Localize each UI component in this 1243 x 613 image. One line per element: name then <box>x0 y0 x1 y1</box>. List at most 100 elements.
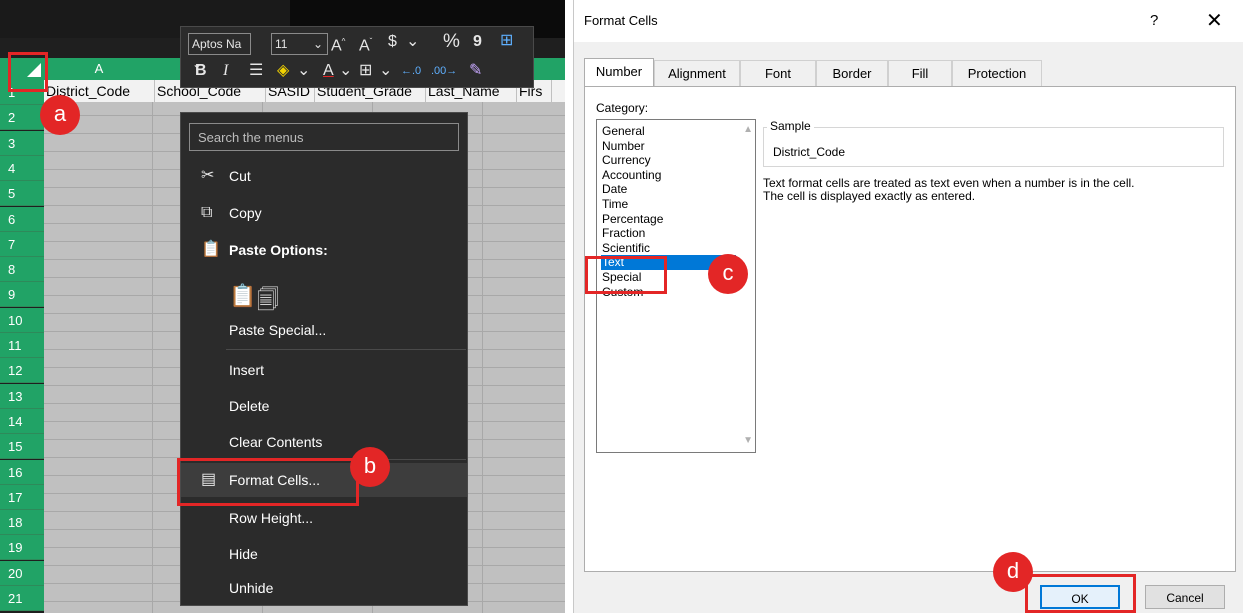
row-header[interactable]: 20 <box>0 560 44 586</box>
chevron-down-icon[interactable]: ⌄ <box>406 32 419 52</box>
font-size-box[interactable]: 11 ⌄ <box>271 33 328 55</box>
row-header[interactable]: 3 <box>0 130 44 156</box>
tab-protection[interactable]: Protection <box>952 60 1042 86</box>
chevron-down-icon[interactable]: ⌄ <box>297 61 310 81</box>
tab-number[interactable]: Number <box>584 58 654 87</box>
copy-icon: ⧉ <box>201 204 213 221</box>
format-painter-icon[interactable]: ✎ <box>469 61 482 81</box>
percent-icon[interactable]: % <box>443 32 460 52</box>
context-menu: Search the menus ✂ Cut ⧉ Copy 📋 Paste Optio… <box>180 112 468 606</box>
menu-item-label: Unhide <box>229 580 274 596</box>
menu-item-hide[interactable]: Hide <box>181 537 467 571</box>
menu-item-clear-contents[interactable]: Clear Contents <box>181 425 467 459</box>
annotation-badge-b: b <box>350 447 390 487</box>
menu-item-row-height[interactable]: Row Height... <box>181 501 467 535</box>
row-header[interactable]: 12 <box>0 358 44 384</box>
category-item[interactable]: Percentage <box>601 212 736 227</box>
decrease-decimal-icon[interactable]: .00→ <box>431 61 457 81</box>
row-header[interactable]: 7 <box>0 231 44 257</box>
annotation-badge-a: a <box>40 95 80 135</box>
menu-item-label: Paste Options: <box>229 242 328 258</box>
row-header[interactable]: 21 <box>0 586 44 611</box>
font-size-value: 11 <box>275 37 288 51</box>
menu-item-label: Cut <box>229 168 251 184</box>
row-header[interactable]: 13 <box>0 383 44 409</box>
scroll-down-icon[interactable]: ▼ <box>743 435 753 446</box>
category-item[interactable]: Accounting <box>601 168 736 183</box>
category-item[interactable]: Number <box>601 139 736 154</box>
fill-color-icon[interactable]: ◈ <box>277 61 289 81</box>
chevron-down-icon[interactable]: ⌄ <box>379 61 392 81</box>
category-item[interactable]: Date <box>601 182 736 197</box>
row-header[interactable]: 9 <box>0 282 44 308</box>
font-color-icon[interactable]: A <box>323 61 334 81</box>
category-item[interactable]: General <box>601 124 736 139</box>
format-cells-dialog: Format Cells ? ✕ Number Alignment Font B… <box>573 0 1243 613</box>
row-header[interactable]: 8 <box>0 257 44 283</box>
category-item[interactable]: Fraction <box>601 226 736 241</box>
italic-icon[interactable]: I <box>223 61 228 81</box>
comma-style-icon[interactable]: 9 <box>473 32 482 52</box>
menu-item-label: Copy <box>229 205 262 221</box>
menu-item-cut[interactable]: ✂ Cut <box>181 159 467 193</box>
decrease-font-icon[interactable]: Aˇ <box>359 32 372 56</box>
column-header-a[interactable]: A <box>44 58 155 80</box>
tab-font[interactable]: Font <box>740 60 816 86</box>
row-header[interactable]: 15 <box>0 434 44 460</box>
row-header[interactable]: 16 <box>0 459 44 485</box>
menu-item-unhide[interactable]: Unhide <box>181 571 467 605</box>
number-tab-panel: Category: General Number Currency Accountin… <box>584 86 1236 572</box>
paste-icon: 📋 <box>201 241 221 258</box>
font-name-value: Aptos Na <box>192 37 242 51</box>
annotation-badge-d: d <box>993 552 1033 592</box>
chevron-down-icon[interactable]: ⌄ <box>339 61 352 81</box>
row-header[interactable]: 10 <box>0 307 44 333</box>
menu-item-insert[interactable]: Insert <box>181 353 467 387</box>
align-center-icon[interactable]: ☰ <box>249 61 263 81</box>
row-header[interactable]: 18 <box>0 510 44 536</box>
menu-item-label: Clear Contents <box>229 434 323 450</box>
menu-item-label: Hide <box>229 546 258 562</box>
increase-font-icon[interactable]: A^ <box>331 32 345 56</box>
borders-icon[interactable]: ⊞ <box>359 61 372 81</box>
format-description: Text format cells are treated as text ev… <box>763 177 1223 203</box>
row-header[interactable]: 4 <box>0 155 44 181</box>
excel-window: A B C D E District_CodeSchool_CodeSASIDS… <box>0 0 565 613</box>
menu-item-label: Paste Special... <box>229 322 327 338</box>
row-header[interactable]: 11 <box>0 333 44 358</box>
row-header[interactable]: 6 <box>0 206 44 232</box>
help-icon[interactable]: ? <box>1150 0 1158 42</box>
search-menus-input[interactable]: Search the menus <box>189 123 459 151</box>
menu-item-paste-special[interactable]: Paste Special... <box>181 313 467 347</box>
tab-alignment[interactable]: Alignment <box>654 60 740 86</box>
menu-item-delete[interactable]: Delete <box>181 389 467 423</box>
highlight-ok-button <box>1025 574 1136 613</box>
font-name-box[interactable]: Aptos Na ⌄ <box>188 33 251 71</box>
row-header[interactable]: 19 <box>0 535 44 561</box>
currency-icon[interactable]: $ <box>388 32 397 52</box>
tab-border[interactable]: Border <box>816 60 888 86</box>
row-header[interactable]: 14 <box>0 408 44 434</box>
dialog-title: Format Cells <box>584 13 658 28</box>
chevron-down-icon: ⌄ <box>312 37 323 51</box>
paste-icon[interactable]: 📋 <box>229 283 256 309</box>
scroll-up-icon[interactable]: ▲ <box>743 124 753 135</box>
tab-fill[interactable]: Fill <box>888 60 952 86</box>
close-icon[interactable]: ✕ <box>1206 0 1223 42</box>
sample-label: Sample <box>767 119 814 133</box>
bold-icon[interactable]: B <box>195 61 207 81</box>
row-header[interactable]: 17 <box>0 484 44 510</box>
annotation-badge-c: c <box>708 254 748 294</box>
menu-item-label: Row Height... <box>229 510 314 526</box>
category-item[interactable]: Time <box>601 197 736 212</box>
menu-item-copy[interactable]: ⧉ Copy <box>181 196 467 230</box>
sample-value: District_Code <box>773 145 846 159</box>
category-item[interactable]: Scientific <box>601 241 736 256</box>
cancel-button[interactable]: Cancel <box>1145 585 1225 609</box>
row-header[interactable]: 2 <box>0 105 44 131</box>
merge-center-icon[interactable]: ⊞ <box>500 31 513 51</box>
increase-decimal-icon[interactable]: ←.0 <box>401 61 421 81</box>
dialog-titlebar: Format Cells ? ✕ <box>574 0 1243 42</box>
row-header[interactable]: 5 <box>0 181 44 207</box>
category-item[interactable]: Currency <box>601 153 736 168</box>
